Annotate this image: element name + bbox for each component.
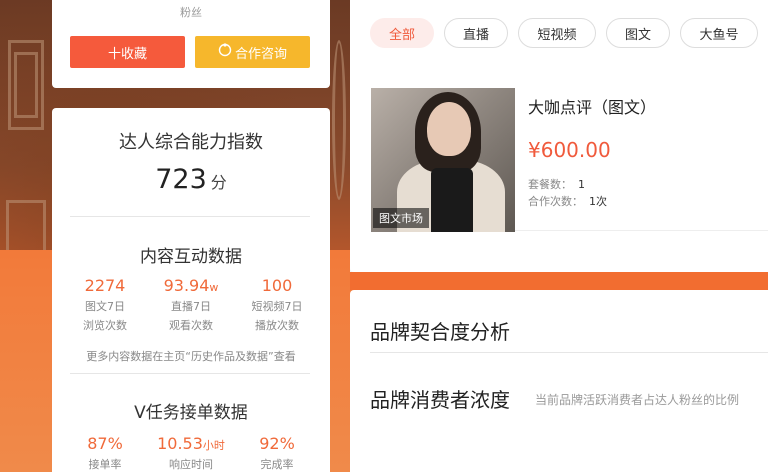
ability-score: 723 分 (52, 164, 330, 195)
tab-graphic[interactable]: 图文 (606, 18, 670, 48)
stats-card: 达人综合能力指数 723 分 内容互动数据 2274 图文7日 浏览次数 93.9… (52, 108, 330, 472)
metric-value: 87% (87, 434, 123, 453)
background-frame (14, 52, 38, 118)
consult-button-label: 合作咨询 (234, 46, 287, 62)
fans-label: 粉丝 (180, 6, 202, 19)
profile-actions-card: 粉丝 十收藏 合作咨询 (52, 0, 330, 88)
metric-label: 播放次数 (255, 319, 299, 332)
metric-value: 92% (259, 434, 295, 453)
metric-graphic-views: 2274 图文7日 浏览次数 (66, 276, 144, 333)
task-title: V任务接单数据 (134, 403, 248, 423)
metric-label: 图文7日 (85, 300, 125, 313)
consult-button[interactable]: 合作咨询 (195, 36, 310, 68)
divider (370, 352, 768, 353)
score-value: 723 (155, 164, 207, 195)
product-price: ¥600.00 (528, 138, 611, 162)
metric-label: 接单率 (88, 458, 122, 471)
coop-count: 合作次数： 1次 (528, 193, 607, 209)
metric-response-time: 10.53小时 响应时间 (152, 434, 230, 472)
product-image[interactable]: 图文市场 (371, 88, 515, 232)
package-value: 1 (578, 178, 585, 191)
consumer-density-desc: 当前品牌活跃消费者占达人粉丝的比例 (535, 393, 740, 407)
metric-value: 100 (261, 276, 293, 295)
divider (70, 373, 310, 374)
ability-title: 达人综合能力指数 (119, 132, 263, 153)
portrait-face (427, 102, 471, 156)
brand-fit-title: 品牌契合度分析 (370, 320, 510, 344)
package-label: 套餐数： (528, 178, 572, 191)
metric-video-plays: 100 短视频7日 播放次数 (238, 276, 316, 333)
background-strip (350, 272, 768, 290)
product-image-tag: 图文市场 (373, 208, 429, 228)
favorite-button[interactable]: 十收藏 (70, 36, 185, 68)
divider (70, 216, 310, 217)
consumer-density-title: 品牌消费者浓度 (370, 388, 510, 412)
tab-all[interactable]: 全部 (370, 18, 434, 48)
portrait-top (431, 168, 473, 232)
metric-live-views: 93.94w 直播7日 观看次数 (152, 276, 230, 333)
background-frame (332, 40, 346, 200)
tab-dayu[interactable]: 大鱼号 (680, 18, 758, 48)
metric-value: 93.94 (163, 276, 210, 295)
metric-accept-rate: 87% 接单率 (66, 434, 144, 472)
metric-value: 2274 (84, 276, 126, 295)
metric-label: 短视频7日 (251, 300, 303, 313)
coop-value: 1次 (589, 195, 607, 208)
tab-live[interactable]: 直播 (444, 18, 508, 48)
metric-value: 10.53 (157, 434, 203, 453)
tab-short-video[interactable]: 短视频 (518, 18, 596, 48)
chat-icon (218, 43, 232, 61)
metric-unit: 小时 (202, 439, 225, 452)
metric-unit: w (209, 281, 219, 294)
metric-label: 浏览次数 (83, 319, 127, 332)
score-unit: 分 (210, 173, 227, 192)
metric-complete-rate: 92% 完成率 (238, 434, 316, 472)
package-count: 套餐数： 1 (528, 176, 585, 192)
metric-label: 完成率 (260, 458, 294, 471)
metric-label: 直播7日 (171, 300, 211, 313)
interaction-note: 更多内容数据在主页“历史作品及数据”查看 (86, 350, 296, 363)
favorite-button-label: 十收藏 (107, 46, 147, 62)
metric-label: 响应时间 (169, 458, 213, 471)
metric-label: 观看次数 (169, 319, 213, 332)
product-title[interactable]: 大咖点评（图文） (528, 94, 656, 118)
brand-analysis-card: 品牌契合度分析 品牌消费者浓度 当前品牌活跃消费者占达人粉丝的比例 (350, 290, 768, 472)
coop-label: 合作次数： (528, 195, 583, 208)
services-card: 全部 直播 短视频 图文 大鱼号 图文市场 大咖点评（图文） ¥600.00 套… (350, 0, 768, 272)
interaction-title: 内容互动数据 (140, 247, 242, 267)
divider (515, 230, 768, 231)
